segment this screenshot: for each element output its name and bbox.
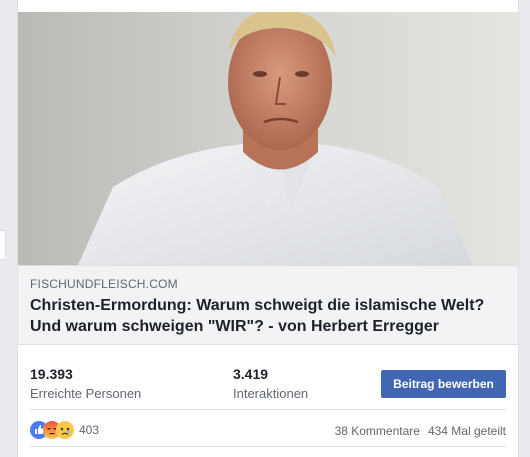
reach-value: 19.393 <box>30 366 73 382</box>
reaction-count: 403 <box>79 423 100 437</box>
comments-count-link[interactable]: 38 Kommentare <box>335 424 420 438</box>
link-headline[interactable]: Christen-Ermordung: Warum schweigt die i… <box>30 295 506 337</box>
boost-post-button[interactable]: Beitrag bewerben <box>381 370 506 398</box>
engagement-value: 3.419 <box>233 366 269 382</box>
adjacent-card-edge <box>0 230 6 260</box>
engagement-stat[interactable]: 3.419 Interaktionen <box>233 365 308 403</box>
post-footer: 403 38 Kommentare 434 Mal geteilt <box>18 412 518 448</box>
divider <box>30 409 506 410</box>
bottom-divider <box>30 446 506 447</box>
shares-count-link[interactable]: 434 Mal geteilt <box>428 424 506 438</box>
link-preview[interactable]: FISCHUNDFLEISCH.COM Christen-Ermordung: … <box>18 265 518 345</box>
link-domain: FISCHUNDFLEISCH.COM <box>30 277 178 291</box>
portrait-image <box>18 12 518 265</box>
post-card: FISCHUNDFLEISCH.COM Christen-Ermordung: … <box>17 0 519 457</box>
article-photo[interactable] <box>18 12 518 265</box>
post-insights: 19.393 Erreichte Personen 3.419 Interakt… <box>18 355 518 407</box>
reach-stat[interactable]: 19.393 Erreichte Personen <box>30 365 141 403</box>
sad-icon <box>56 421 74 439</box>
reach-label: Erreichte Personen <box>30 386 142 401</box>
headline-line-1: Christen-Ermordung: Warum schweigt die i… <box>30 297 485 314</box>
engagement-counts: 38 Kommentare 434 Mal geteilt <box>335 424 506 438</box>
reactions-summary[interactable]: 403 <box>30 420 99 440</box>
headline-line-2: Und warum schweigen "WIR"? - von Herbert… <box>30 318 440 335</box>
engagement-label: Interaktionen <box>233 386 309 401</box>
